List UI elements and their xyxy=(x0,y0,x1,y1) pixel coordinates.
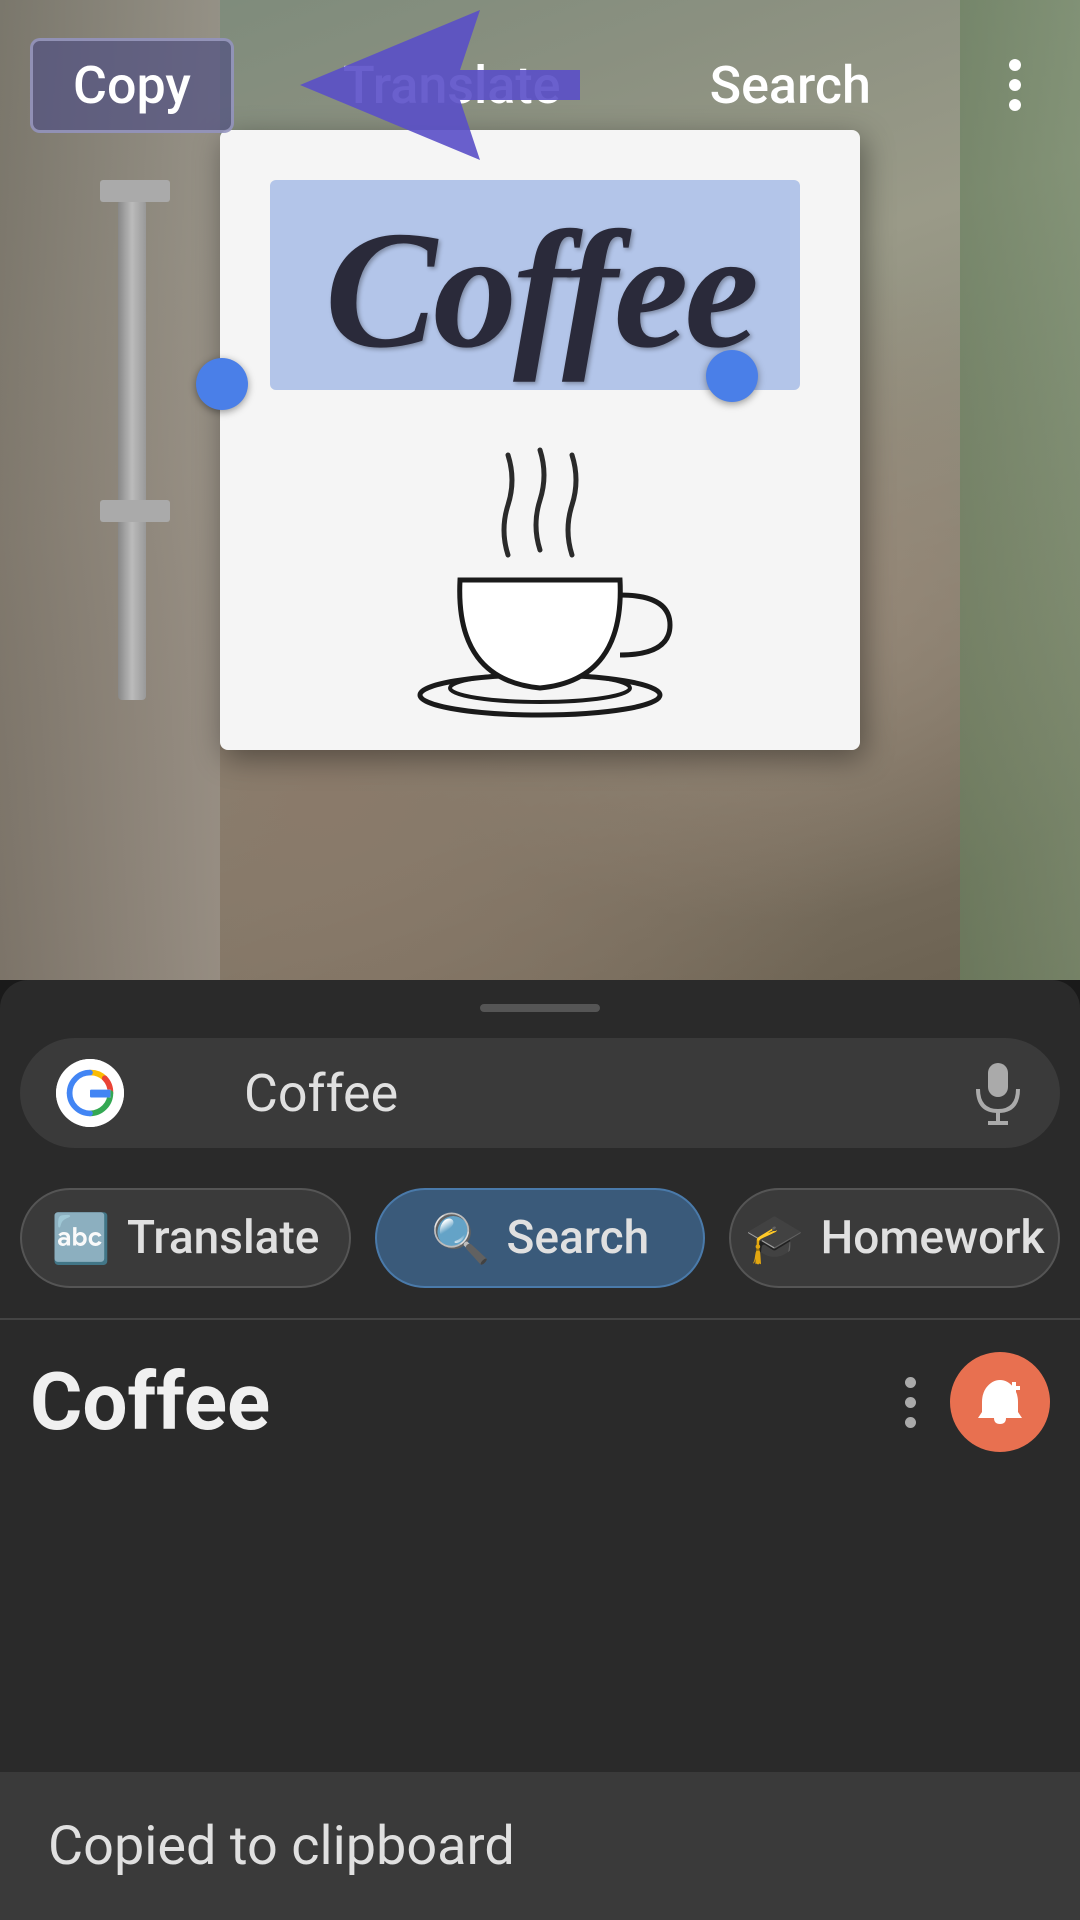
more-dot2 xyxy=(905,1397,916,1408)
arrow-left-annotation xyxy=(300,10,580,160)
action-buttons-row: 🔤 Translate 🔍 Search 🎓 Homework xyxy=(0,1158,1080,1318)
toast-text: Copied to clipboard xyxy=(48,1815,515,1878)
selection-handle-left[interactable] xyxy=(196,358,248,410)
selection-handle-right[interactable] xyxy=(706,350,758,402)
more-dot3 xyxy=(905,1417,916,1428)
homework-action-button[interactable]: 🎓 Homework xyxy=(729,1188,1060,1288)
dot2 xyxy=(1009,79,1021,91)
dot1 xyxy=(1009,59,1021,71)
google-g-icon xyxy=(56,1059,124,1127)
coffee-cup-svg xyxy=(390,440,690,720)
search-label: Search xyxy=(507,1211,650,1265)
homework-label: Homework xyxy=(821,1211,1045,1265)
result-section: Coffee xyxy=(0,1320,1080,1472)
copy-button[interactable]: Copy xyxy=(30,38,234,133)
result-actions xyxy=(895,1352,1050,1452)
more-options-button[interactable] xyxy=(980,50,1050,120)
translate-icon: 🔤 xyxy=(51,1210,111,1267)
search-query-text: Coffee xyxy=(244,1063,948,1124)
search-button-top[interactable]: Search xyxy=(670,41,911,130)
homework-icon: 🎓 xyxy=(745,1210,805,1267)
coffee-cup-illustration xyxy=(350,420,730,740)
camera-view: Coffee Copy xyxy=(0,0,1080,980)
bell-plus-icon xyxy=(972,1374,1028,1430)
bracket-mid xyxy=(100,500,170,522)
alert-add-button[interactable] xyxy=(950,1352,1050,1452)
translate-label: Translate xyxy=(127,1211,319,1265)
top-toolbar: Copy Translate Search xyxy=(0,0,1080,170)
sign-bracket xyxy=(118,200,146,700)
result-title: Coffee xyxy=(30,1355,270,1449)
toast-notification: Copied to clipboard xyxy=(0,1772,1080,1920)
bracket-top xyxy=(100,180,170,202)
coffee-sign-board: Coffee xyxy=(220,130,860,750)
drag-handle[interactable] xyxy=(0,980,1080,1028)
drag-bar xyxy=(480,1004,600,1012)
translate-action-button[interactable]: 🔤 Translate xyxy=(20,1188,351,1288)
google-search-bar[interactable]: G Coffee xyxy=(20,1038,1060,1148)
microphone-icon xyxy=(972,1059,1024,1127)
more-dot1 xyxy=(905,1377,916,1388)
dot3 xyxy=(1009,99,1021,111)
result-more-button[interactable] xyxy=(895,1367,926,1438)
microphone-button[interactable] xyxy=(972,1067,1024,1119)
search-icon: 🔍 xyxy=(431,1210,491,1267)
search-action-button[interactable]: 🔍 Search xyxy=(375,1188,706,1288)
